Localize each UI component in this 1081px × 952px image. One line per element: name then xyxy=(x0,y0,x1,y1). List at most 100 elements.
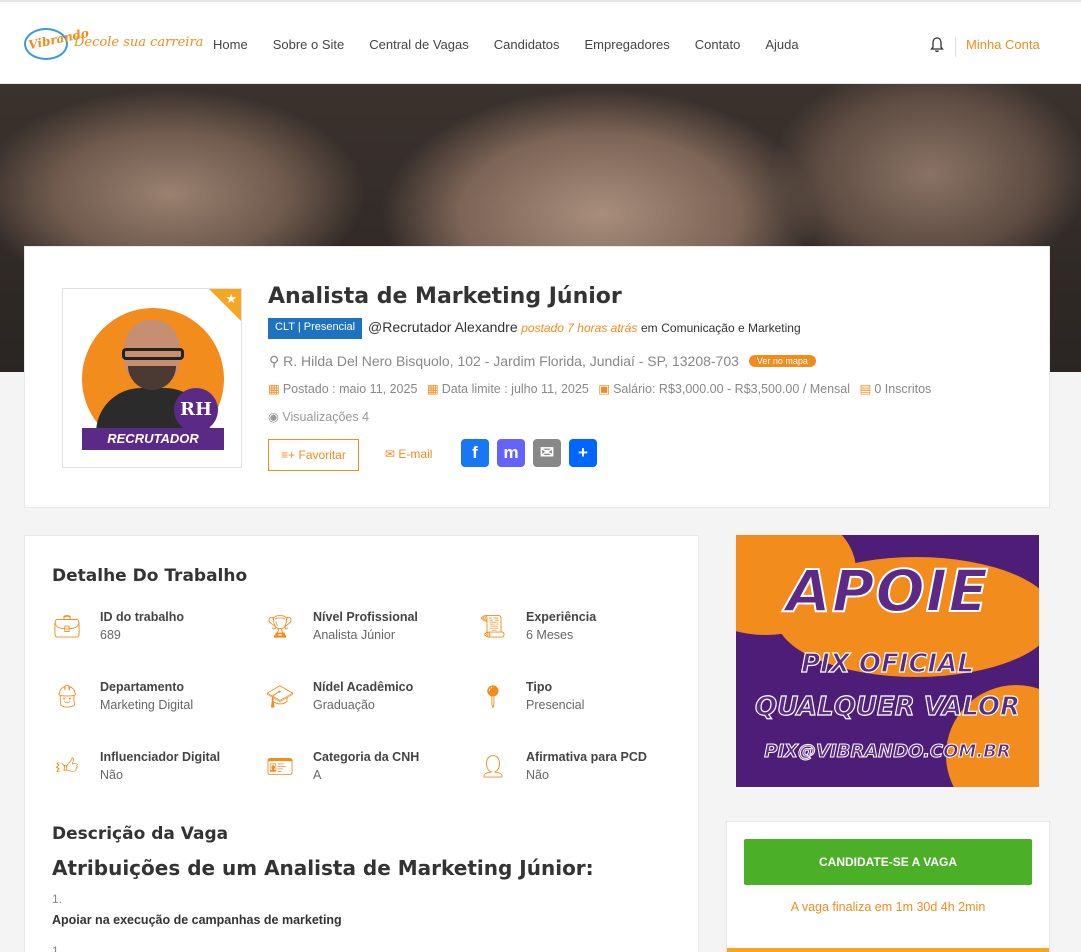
detail-influencer: 👍︎ Influenciador Digital Não xyxy=(52,750,252,790)
avatar-photo: RH RECRUTADOR xyxy=(82,308,224,450)
job-header-card: RH RECRUTADOR ★ Analista de Marketing Jú… xyxy=(24,246,1050,508)
list-number: 1. xyxy=(52,944,63,952)
map-pin-icon: ⚲ xyxy=(269,353,280,369)
ad-line-2: PIX OFICIAL xyxy=(800,648,974,679)
detail-label: Influenciador Digital xyxy=(100,750,221,764)
mastodon-share-icon[interactable]: m xyxy=(497,439,525,467)
deadline-countdown: A vaga finaliza em 1m 30d 4h 2min xyxy=(790,900,986,914)
user-icon: 👤︎ xyxy=(479,754,507,779)
thumbs-up-icon: 👍︎ xyxy=(55,754,79,779)
bell-icon[interactable] xyxy=(930,37,944,53)
detail-label: Experiência xyxy=(526,610,597,624)
detail-license: 🪪︎ Categoria da CNH A xyxy=(265,750,465,790)
ad-headline: APOIE xyxy=(785,556,989,626)
views-text: Visualizações 4 xyxy=(282,410,370,424)
posted-date: Postado : maio 11, 2025 xyxy=(282,382,418,396)
detail-value: Analista Júnior xyxy=(313,628,395,642)
detail-value: A xyxy=(313,768,322,782)
job-address: ⚲ R. Hilda Del Nero Bisquolo, 102 - Jard… xyxy=(269,353,816,370)
deadline-date: Data limite : julho 11, 2025 xyxy=(441,382,589,396)
details-heading: Detalhe Do Trabalho xyxy=(52,566,248,586)
calendar-deadline-icon: ▦ xyxy=(426,382,439,396)
detail-value: 6 Meses xyxy=(526,628,574,642)
recruiter-name[interactable]: @Recrutador Alexandre xyxy=(368,319,518,335)
detail-value: Não xyxy=(100,768,123,782)
support-ad-banner[interactable]: APOIE PIX OFICIAL QUALQUER VALOR PIX@VIB… xyxy=(736,535,1039,787)
category-prefix: em xyxy=(640,321,658,335)
job-details-panel: Detalhe Do Trabalho 💼︎ ID do trabalho 68… xyxy=(24,535,699,952)
detail-value: Graduação xyxy=(313,698,375,712)
generic-share-icon[interactable]: + xyxy=(569,439,597,467)
briefcase-icon: 💼︎ xyxy=(53,614,81,639)
description-heading: Descrição da Vaga xyxy=(52,824,229,844)
address-text: R. Hilda Del Nero Bisquolo, 102 - Jardim… xyxy=(283,353,739,369)
detail-value: Não xyxy=(526,768,549,782)
job-type-badge: CLT | Presencial xyxy=(268,318,363,339)
nav-empregadores[interactable]: Empregadores xyxy=(585,37,670,52)
nav-home[interactable]: Home xyxy=(213,37,248,52)
email-job-link[interactable]: ✉ E-mail xyxy=(385,447,432,461)
document-icon: ▤ xyxy=(859,382,872,396)
detail-type: 📍︎ Tipo Presencial xyxy=(478,680,678,720)
eye-icon: ◉ xyxy=(268,410,279,424)
envelope-icon: ✉ xyxy=(385,447,396,461)
view-map-button[interactable]: Ver no mapa xyxy=(748,355,816,367)
graduation-cap-icon: 🎓︎ xyxy=(266,684,294,709)
list-item: Apoiar na execução de campanhas de marke… xyxy=(52,913,342,927)
favorite-label: Favoritar xyxy=(298,448,346,462)
main-nav: Home Sobre o Site Central de Vagas Candi… xyxy=(213,37,824,52)
ad-line-3: QUALQUER VALOR xyxy=(754,691,1021,722)
certificate-icon: 📜︎ xyxy=(479,614,507,639)
views-count: ◉ Visualizações 4 xyxy=(268,409,369,424)
detail-value: Presencial xyxy=(526,698,585,712)
detail-value: Marketing Digital xyxy=(100,698,194,712)
detail-label: Afirmativa para PCD xyxy=(526,750,647,764)
nav-contato[interactable]: Contato xyxy=(695,37,741,52)
worker-icon: 👷︎ xyxy=(53,684,81,709)
detail-label: Nível Profissional xyxy=(313,610,418,624)
job-category[interactable]: Comunicação e Marketing xyxy=(661,321,800,335)
detail-label: Categoria da CNH xyxy=(313,750,420,764)
detail-label: Tipo xyxy=(526,680,553,694)
add-list-icon: ≡+ xyxy=(281,448,296,462)
posted-ago: postado 7 horas atrás xyxy=(521,321,638,335)
avatar-rh-badge: RH xyxy=(174,388,218,432)
nav-candidatos[interactable]: Candidatos xyxy=(494,37,560,52)
nav-sobre[interactable]: Sobre o Site xyxy=(273,37,345,52)
apply-panel: CANDIDATE-SE A VAGA A vaga finaliza em 1… xyxy=(726,821,1050,952)
favorite-button[interactable]: ≡+ Favoritar xyxy=(268,439,359,471)
detail-department: 👷︎ Departamento Marketing Digital xyxy=(52,680,252,720)
job-meta: ▦ Postado : maio 11, 2025 ▦ Data limite : … xyxy=(268,381,937,396)
email-share-icon[interactable]: ✉ xyxy=(533,439,561,467)
location-pin-icon: 📍︎ xyxy=(479,684,507,709)
nav-divider xyxy=(955,37,956,57)
recruiter-line: @Recrutador Alexandre postado 7 horas at… xyxy=(368,319,801,335)
list-number: 1. xyxy=(52,892,63,906)
detail-level: 🏆︎ Nível Profissional Analista Júnior xyxy=(265,610,465,650)
detail-value: 689 xyxy=(100,628,121,642)
nav-central-vagas[interactable]: Central de Vagas xyxy=(369,37,469,52)
apply-button[interactable]: CANDIDATE-SE A VAGA xyxy=(744,839,1032,885)
my-account-link[interactable]: Minha Conta xyxy=(966,37,1040,52)
calendar-icon: ▦ xyxy=(268,382,280,396)
description-subheading: Atribuições de um Analista de Marketing … xyxy=(52,856,594,880)
site-logo[interactable]: Vibrando Decole sua carreira xyxy=(22,24,203,64)
detail-pcd: 👤︎ Afirmativa para PCD Não xyxy=(478,750,678,790)
facebook-share-icon[interactable]: f xyxy=(461,439,489,467)
detail-education: 🎓︎ Nídel Acadêmico Graduação xyxy=(265,680,465,720)
recruiter-avatar[interactable]: RH RECRUTADOR ★ xyxy=(62,288,242,468)
panel-accent-bar xyxy=(727,948,1049,952)
job-title: Analista de Marketing Júnior xyxy=(268,284,622,309)
top-navbar: Vibrando Decole sua carreira Home Sobre … xyxy=(0,0,1081,84)
detail-label: ID do trabalho xyxy=(100,610,185,624)
applicants-count: 0 Inscritos xyxy=(874,382,932,396)
avatar-band: RECRUTADOR xyxy=(82,428,224,450)
ad-pix-key: PIX@VIBRANDO.COM.BR xyxy=(764,741,1012,763)
detail-label: Nídel Acadêmico xyxy=(313,680,414,694)
money-icon: ▣ xyxy=(598,382,611,396)
share-buttons: f m ✉ + xyxy=(461,439,605,467)
detail-experience: 📜︎ Experiência 6 Meses xyxy=(478,610,678,650)
nav-ajuda[interactable]: Ajuda xyxy=(765,37,798,52)
salary: Salário: R$3,000.00 - R$3,500.00 / Mensa… xyxy=(613,382,851,396)
detail-label: Departamento xyxy=(100,680,185,694)
